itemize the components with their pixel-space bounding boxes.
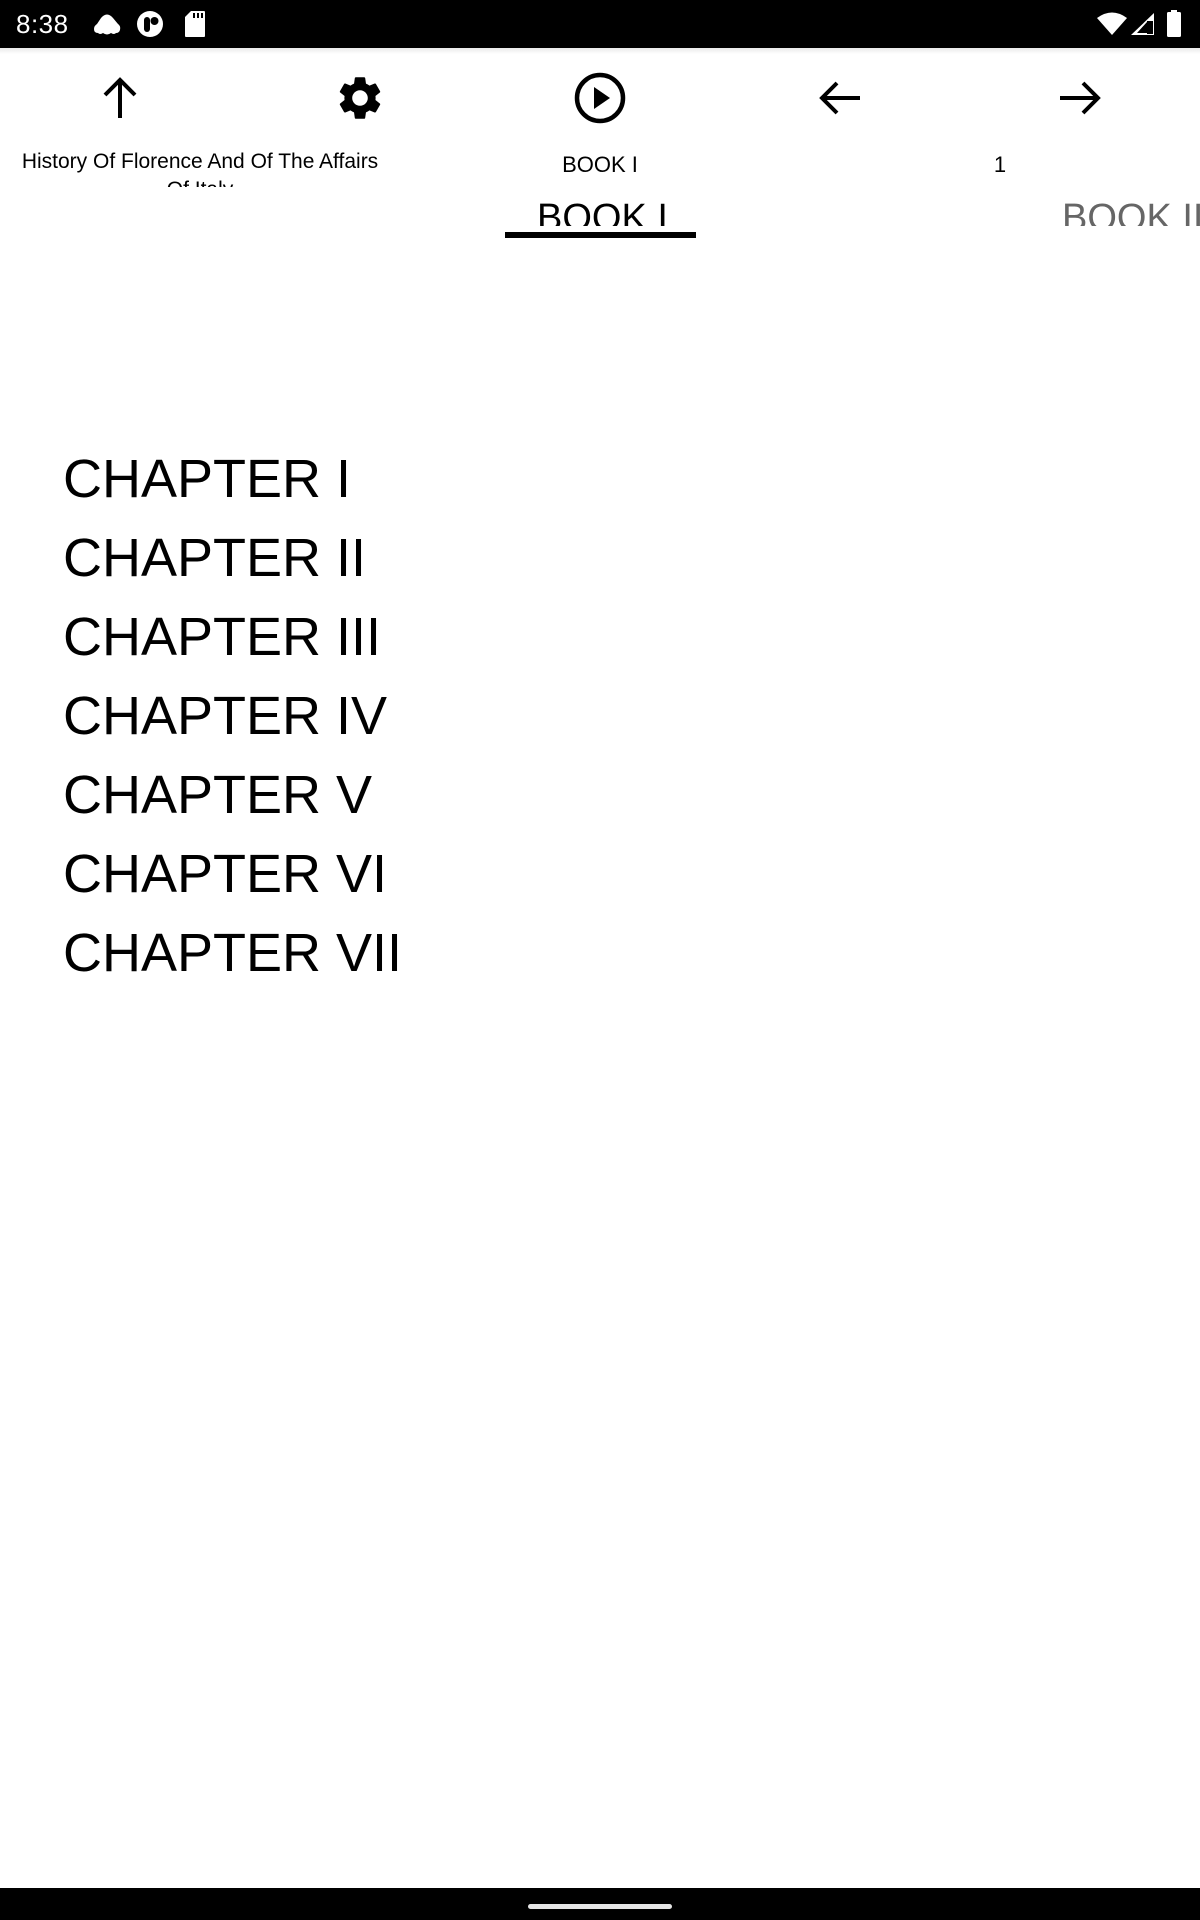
chapter-list: CHAPTER I CHAPTER II CHAPTER III CHAPTER… (0, 444, 1200, 997)
chapter-item[interactable]: CHAPTER VI (0, 839, 1200, 918)
chapter-item[interactable]: CHAPTER III (0, 602, 1200, 681)
arrow-up-icon (98, 76, 142, 120)
status-time: 8:38 (16, 9, 69, 39)
page-number: 1 (993, 152, 1007, 177)
gear-icon (334, 72, 386, 124)
wifi-icon (1096, 12, 1128, 40)
sd-card-icon (184, 10, 206, 38)
settings-button[interactable] (240, 68, 480, 128)
up-button[interactable] (0, 68, 240, 128)
active-tab-indicator (505, 232, 696, 238)
cloud-car-icon (92, 10, 122, 38)
play-button[interactable] (480, 68, 720, 128)
play-circle-icon (573, 71, 627, 125)
chapter-item[interactable]: CHAPTER II (0, 523, 1200, 602)
home-gesture-handle[interactable] (528, 1904, 672, 1909)
arrow-left-icon (818, 76, 862, 120)
arrow-right-icon (1058, 76, 1102, 120)
book-tabs: BOOK I BOOK II (0, 190, 1200, 240)
book-title: History Of Florence And Of The Affairs O… (21, 150, 379, 187)
chapter-item[interactable]: CHAPTER IV (0, 681, 1200, 760)
status-bar: 8:38 (0, 0, 1200, 48)
chapter-item[interactable]: CHAPTER V (0, 760, 1200, 839)
tab-label: BOOK II (1062, 197, 1200, 226)
battery-icon (1166, 10, 1182, 38)
system-navigation-bar (0, 1888, 1200, 1920)
tab-label: BOOK I (537, 197, 668, 226)
next-button[interactable] (960, 68, 1200, 128)
current-section-label: BOOK I (562, 152, 638, 177)
previous-button[interactable] (720, 68, 960, 128)
chapter-item[interactable]: CHAPTER VII (0, 918, 1200, 997)
app-notification-icon (136, 10, 164, 38)
chapter-item[interactable]: CHAPTER I (0, 444, 1200, 523)
cell-signal-icon (1130, 12, 1156, 40)
tab-book-2[interactable]: BOOK II (1040, 190, 1200, 240)
